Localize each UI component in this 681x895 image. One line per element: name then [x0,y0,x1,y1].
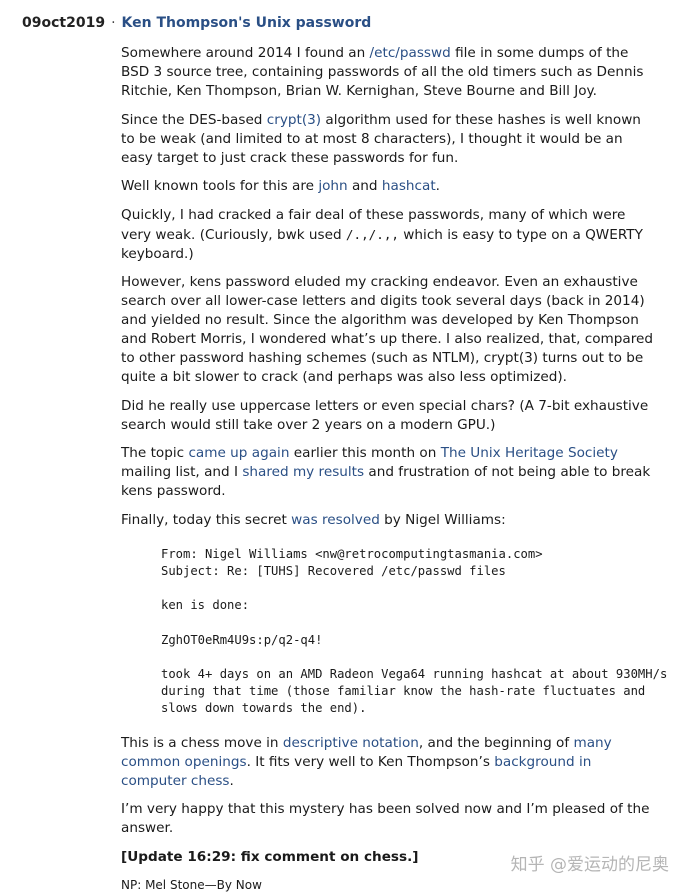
text: Well known tools for this are [121,178,319,194]
header-separator: · [111,15,116,31]
paragraph-des-crypt: Since the DES-based crypt(3) algorithm u… [121,111,653,168]
text: This is a chess move in [121,734,283,751]
post-date: 09oct2019 [22,15,106,31]
email-quote: From: Nigel Williams <nw@retrocomputingt… [161,546,667,718]
text: , and the beginning of [418,734,574,751]
text: Finally, today this secret [121,511,292,528]
mail-line: took 4+ days on an AMD Radeon Vega64 run… [161,666,668,681]
mail-line: ken is done: [161,598,250,613]
mail-subject: Subject: Re: [TUHS] Recovered /etc/passw… [161,563,506,578]
text: mailing list, and I [121,464,243,480]
was-resolved-link[interactable]: was resolved [291,512,380,528]
now-playing: NP: Mel Stone—By Now [121,878,262,893]
text: . It fits very well to Ken Thompson’s [246,753,495,770]
bwk-password-code: /.,/.,, [345,226,399,242]
descriptive-notation-link[interactable]: descriptive notation [283,735,419,751]
text: The topic [121,445,189,461]
text: . [229,772,234,789]
text: by Nigel Williams: [379,511,506,528]
post-title-link[interactable]: Ken Thompson's Unix password [122,15,372,31]
paragraph-happy: I’m very happy that this mystery has bee… [121,801,650,837]
paragraph-kens-password: However, kens password eluded my crackin… [121,274,654,385]
paragraph-uppercase: Did he really use uppercase letters or e… [121,397,649,433]
paragraph-found-passwd: Somewhere around 2014 I found an /etc/pa… [121,44,653,101]
text: earlier this month on [289,445,441,461]
shared-my-results-link[interactable]: shared my results [242,464,364,480]
paragraph-cracked: Quickly, I had cracked a fair deal of th… [121,206,653,264]
paragraph-tuhs: The topic came up again earlier this mon… [121,444,653,501]
post-body: Somewhere around 2014 I found an /etc/pa… [121,44,667,895]
hashcat-link[interactable]: hashcat [382,178,436,194]
mail-from: From: Nigel Williams <nw@retrocomputingt… [161,546,543,561]
paragraph-chess: This is a chess move in descriptive nota… [121,734,653,791]
mail-password: ZghOT0eRm4U9s:p/q2-q4! [161,632,323,647]
zhihu-watermark: 知乎 @爱运动的尼奥 [510,855,669,875]
post-header: 09oct2019 · Ken Thompson's Unix password [22,14,371,32]
tuhs-link[interactable]: The Unix Heritage Society [441,445,618,461]
etc-passwd-link[interactable]: /etc/passwd [370,45,451,61]
text: . [435,178,440,194]
text: and [347,178,382,194]
paragraph-resolved: Finally, today this secret was resolved … [121,511,653,530]
text: Since the DES-based [121,111,267,128]
mail-line: during that time (those familiar know th… [161,684,646,699]
john-link[interactable]: john [318,178,347,194]
text: Somewhere around 2014 I found an [121,45,370,61]
crypt3-link[interactable]: crypt(3) [267,112,321,128]
came-up-again-link[interactable]: came up again [188,445,289,461]
mail-line: slows down towards the end). [161,701,367,716]
paragraph-tools: Well known tools for this are john and h… [121,177,653,196]
